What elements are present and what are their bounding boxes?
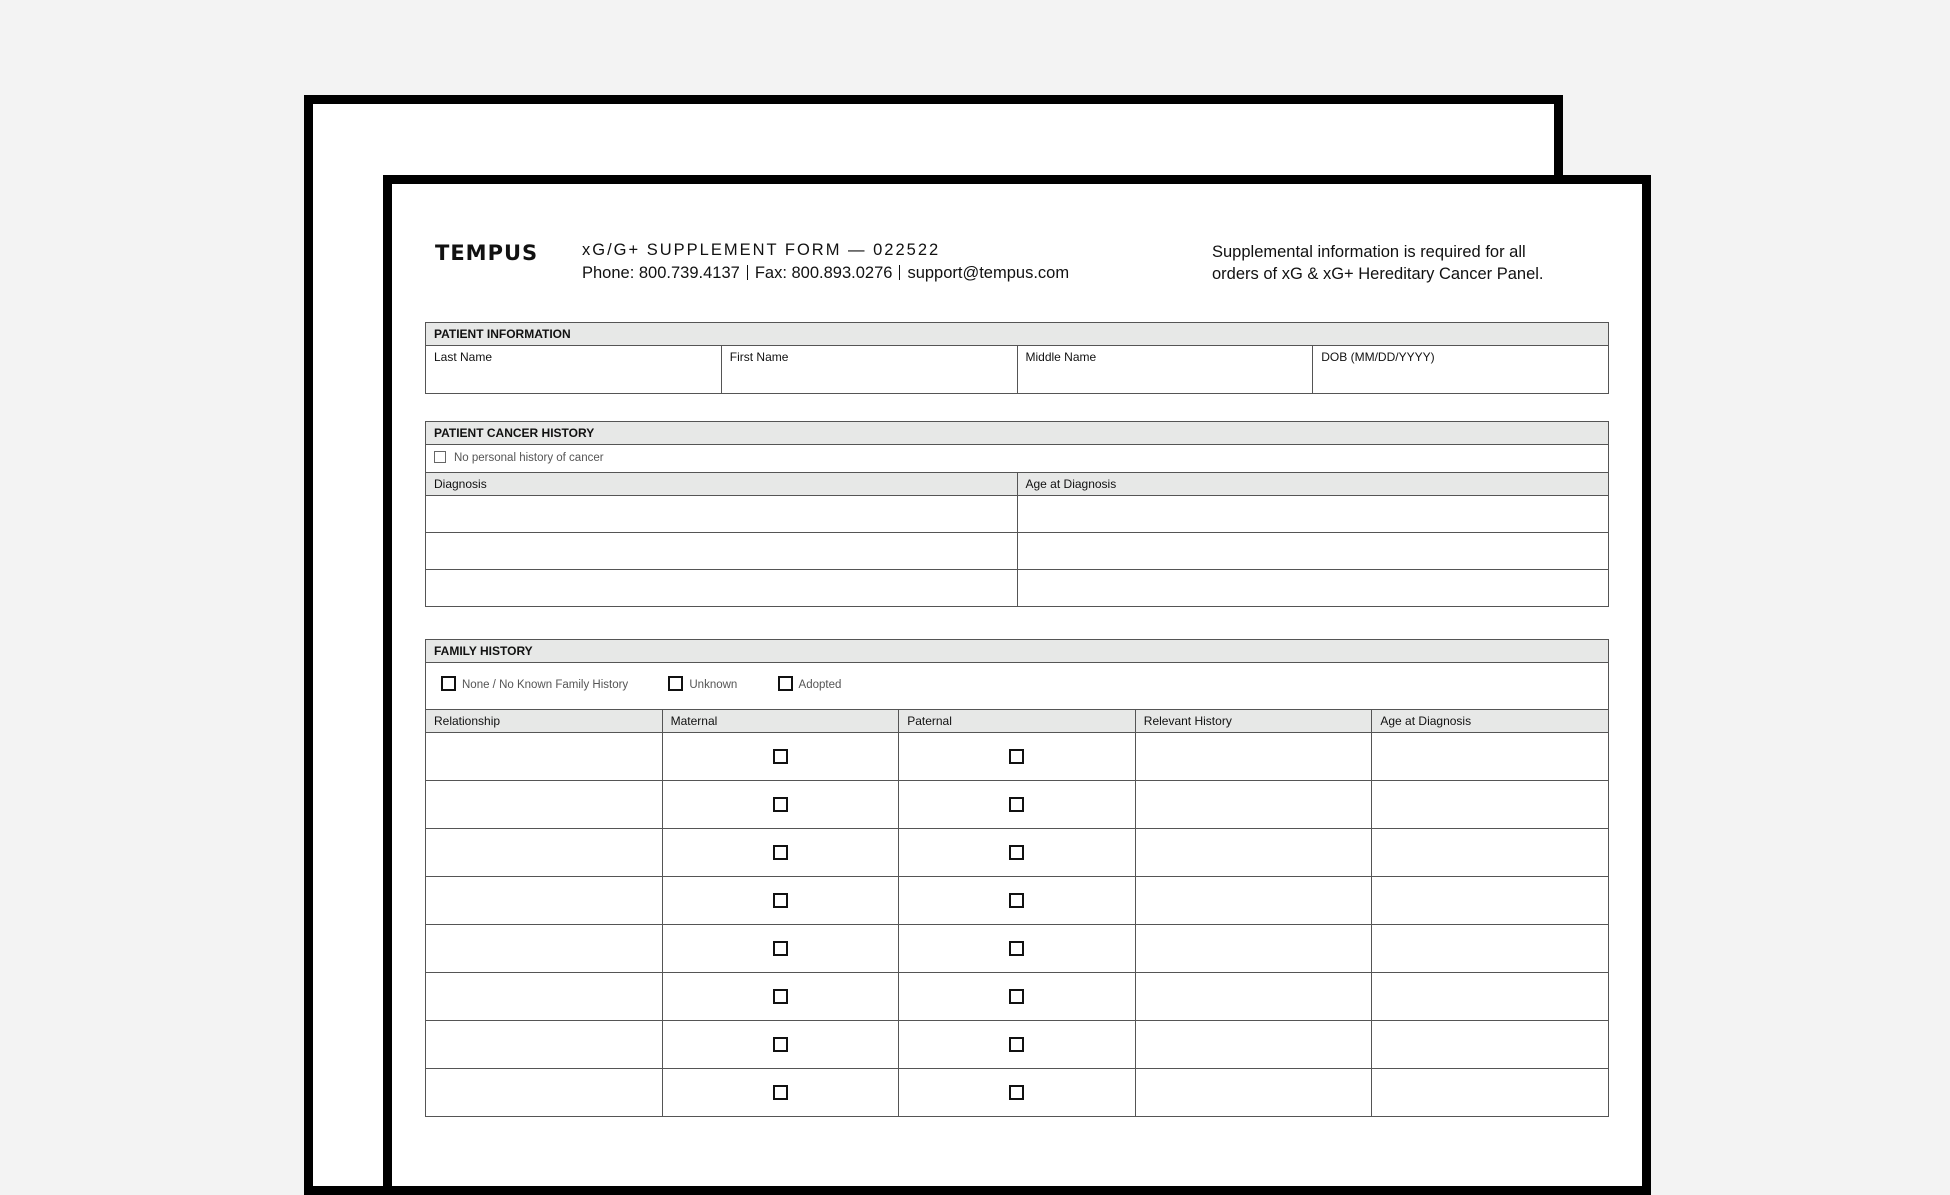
front-page-sheet: TEMPUS xG/G+ SUPPLEMENT FORM — 022522 Ph… (383, 175, 1651, 1195)
age-cell[interactable] (1371, 924, 1609, 973)
relevant-history-cell[interactable] (1134, 732, 1373, 781)
none-checkbox[interactable] (441, 676, 456, 691)
relevant-history-cell[interactable] (1134, 780, 1373, 829)
relationship-column-header: Relationship (425, 709, 663, 733)
unknown-checkbox[interactable] (668, 676, 684, 691)
maternal-checkbox[interactable] (772, 1037, 788, 1052)
paternal-checkbox[interactable] (1009, 989, 1025, 1004)
cancer-history-table: PATIENT CANCER HISTORY No personal histo… (425, 421, 1609, 607)
diagnosis-cell[interactable] (425, 569, 1018, 607)
age-cell[interactable] (1016, 495, 1609, 533)
divider (899, 265, 901, 280)
adopted-option[interactable]: Adopted (777, 676, 842, 691)
unknown-option[interactable]: Unknown (668, 676, 737, 691)
relationship-cell[interactable] (425, 972, 663, 1021)
section-title: PATIENT CANCER HISTORY (425, 421, 1609, 445)
adopted-checkbox[interactable] (777, 676, 793, 691)
maternal-checkbox[interactable] (772, 989, 788, 1004)
tempus-logo: TEMPUS (435, 241, 539, 265)
relationship-cell[interactable] (425, 780, 663, 829)
first-name-field[interactable]: First Name (720, 345, 1018, 394)
form-header: TEMPUS xG/G+ SUPPLEMENT FORM — 022522 Ph… (435, 239, 1615, 289)
relationship-cell[interactable] (425, 732, 663, 781)
paternal-checkbox[interactable] (1009, 1085, 1025, 1100)
option-label: None / No Known Family History (462, 679, 629, 691)
family-history-table: FAMILY HISTORY None / No Known Family Hi… (425, 639, 1609, 1117)
relationship-cell[interactable] (425, 1068, 663, 1117)
maternal-column-header: Maternal (661, 709, 900, 733)
email-text: support@tempus.com (907, 264, 1070, 282)
diagnosis-cell[interactable] (425, 495, 1018, 533)
age-cell[interactable] (1371, 828, 1609, 877)
dob-field[interactable]: DOB (MM/DD/YYYY) (1312, 345, 1609, 394)
relevant-history-column-header: Relevant History (1134, 709, 1373, 733)
diagnosis-cell[interactable] (425, 532, 1018, 570)
age-cell[interactable] (1371, 972, 1609, 1021)
paternal-column-header: Paternal (898, 709, 1136, 733)
maternal-checkbox[interactable] (772, 941, 788, 956)
maternal-checkbox[interactable] (772, 845, 788, 860)
middle-name-field[interactable]: Middle Name (1016, 345, 1314, 394)
maternal-checkbox[interactable] (772, 893, 788, 908)
phone-text: Phone: 800.739.4137 (582, 264, 740, 282)
age-cell[interactable] (1371, 1068, 1609, 1117)
maternal-checkbox[interactable] (772, 749, 788, 764)
divider (746, 265, 748, 280)
contact-line: Phone: 800.739.4137 Fax: 800.893.0276 supp… (582, 264, 1069, 283)
age-cell[interactable] (1016, 532, 1609, 570)
age-column-header: Age at Diagnosis (1371, 709, 1609, 733)
relationship-cell[interactable] (425, 828, 663, 877)
age-column-header: Age at Diagnosis (1016, 472, 1609, 496)
maternal-checkbox[interactable] (772, 797, 788, 812)
maternal-checkbox[interactable] (772, 1085, 788, 1100)
none-option[interactable]: None / No Known Family History (441, 676, 628, 691)
section-title: PATIENT INFORMATION (425, 322, 1609, 346)
paternal-checkbox[interactable] (1009, 845, 1025, 860)
family-options-row: None / No Known Family History Unknown A… (425, 662, 1609, 710)
age-cell[interactable] (1371, 1020, 1609, 1069)
supplement-note: Supplemental information is required for… (1212, 243, 1544, 283)
paternal-checkbox[interactable] (1009, 893, 1025, 908)
patient-information-table: PATIENT INFORMATION Last Name First Name… (425, 322, 1609, 394)
paternal-checkbox[interactable] (1009, 941, 1025, 956)
relevant-history-cell[interactable] (1134, 924, 1373, 973)
age-cell[interactable] (1371, 732, 1609, 781)
relevant-history-cell[interactable] (1134, 1020, 1373, 1069)
paternal-checkbox[interactable] (1009, 1037, 1025, 1052)
relevant-history-cell[interactable] (1134, 972, 1373, 1021)
fax-text: Fax: 800.893.0276 (754, 264, 893, 282)
diagnosis-column-header: Diagnosis (425, 472, 1018, 496)
last-name-field[interactable]: Last Name (425, 345, 722, 394)
relationship-cell[interactable] (425, 876, 663, 925)
no-history-row: No personal history of cancer (425, 444, 1609, 473)
age-cell[interactable] (1371, 876, 1609, 925)
relevant-history-cell[interactable] (1134, 1068, 1373, 1117)
relationship-cell[interactable] (425, 1020, 663, 1069)
relevant-history-cell[interactable] (1134, 828, 1373, 877)
checkbox-label: No personal history of cancer (454, 452, 604, 464)
relevant-history-cell[interactable] (1134, 876, 1373, 925)
age-cell[interactable] (1016, 569, 1609, 607)
age-cell[interactable] (1371, 780, 1609, 829)
option-label: Adopted (798, 679, 842, 691)
paternal-checkbox[interactable] (1009, 749, 1025, 764)
section-title: FAMILY HISTORY (425, 639, 1609, 663)
form-title: xG/G+ SUPPLEMENT FORM — 022522 (582, 241, 941, 259)
no-history-checkbox[interactable] (434, 451, 446, 463)
paternal-checkbox[interactable] (1009, 797, 1025, 812)
option-label: Unknown (689, 679, 738, 691)
relationship-cell[interactable] (425, 924, 663, 973)
